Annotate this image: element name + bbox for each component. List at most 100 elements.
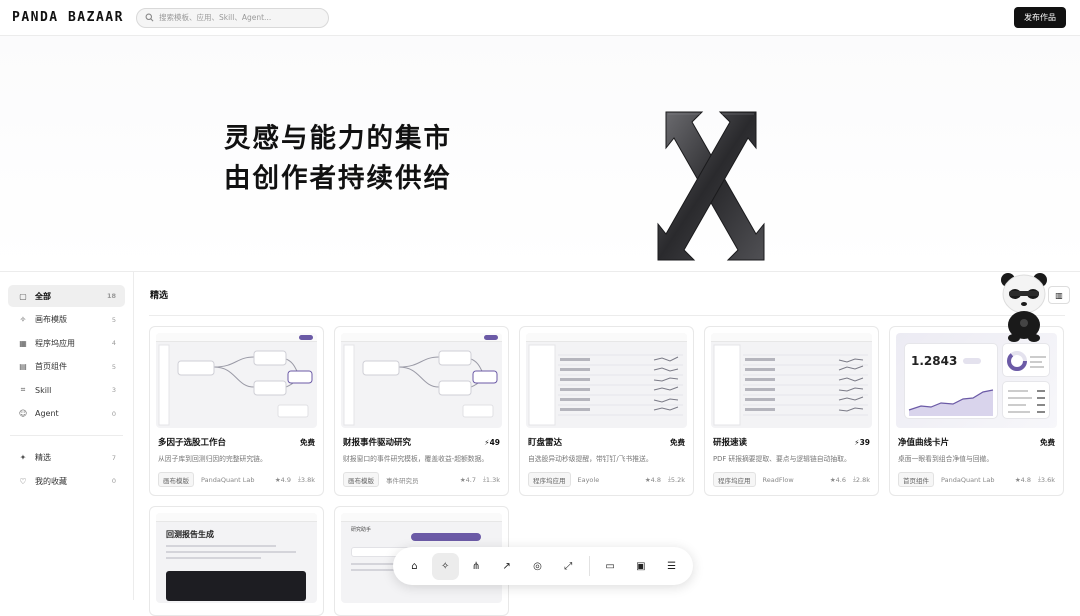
sidebar-item-all[interactable]: ▢ 全部 18 — [8, 285, 125, 307]
sidebar-item-count: 3 — [111, 386, 116, 394]
card-price: 免费 — [670, 437, 685, 447]
terminal-icon: ⌗ — [20, 385, 26, 394]
list-widget-icon — [1008, 390, 1045, 413]
card-downloads: 3.6k — [1040, 475, 1055, 484]
sparkle-pointer-icon[interactable]: ✧ — [431, 552, 459, 580]
sidebar-item-label: 我的收藏 — [35, 476, 67, 486]
card-rating: 4.8 — [650, 475, 662, 484]
product-card[interactable]: 1.2843 净值曲线卡片 免费 桌面一眼看到组合净值与回撤。 首页组件 Pan… — [889, 326, 1064, 496]
card-rating: 4.6 — [835, 475, 847, 484]
card-downloads: 1.3k — [485, 475, 500, 484]
card-title: 研报速读 — [713, 438, 748, 448]
floating-dock: ⌂ ✧ ⋔ ↗ ◎ ⤢ ▭ ▣ ☰ — [393, 547, 693, 585]
nav-curve-icon — [908, 389, 994, 416]
table-preview-icon — [713, 344, 868, 426]
card-tag: 程序坞应用 — [528, 472, 571, 487]
sidebar-item-label: 精选 — [35, 453, 51, 462]
crossed-arrows-logo — [657, 111, 765, 261]
card-downloads: 5.2k — [670, 475, 685, 484]
card-description: 从因子库到回测归因的完整研究链。 — [158, 455, 267, 463]
logo[interactable]: PANDA BAZAAR — [12, 10, 136, 25]
card-author: PandaQuant Lab — [941, 475, 995, 484]
sparkle-icon: ✧ — [19, 315, 27, 324]
card-description: 财报窗口的事件研究模板，覆盖收益-超额数据。 — [343, 455, 489, 463]
card-thumbnail — [156, 333, 317, 428]
sparkle-icon: ✦ — [19, 453, 27, 462]
card-title: 盯盘雷达 — [528, 438, 563, 448]
product-card[interactable]: 财报事件驱动研究 ⚡49 财报窗口的事件研究模板，覆盖收益-超额数据。 画布模版… — [334, 326, 509, 496]
category-sidebar: ▢ 全部 18 ✧ 画布模版 5 ▦ 程序坞应用 4 ▤ 首页组件 5 ⌗ Sk… — [0, 272, 134, 600]
product-card[interactable]: 盯盘雷达 免费 自选股异动秒级提醒，带钉钉/飞书推送。 程序坞应用 Eayole… — [519, 326, 694, 496]
section-title: 精选 — [150, 291, 169, 301]
hero-banner: 灵感与能力的集市 由创作者持续供给 — [0, 36, 1080, 272]
sidebar-item-home-widgets[interactable]: ▤ 首页组件 5 — [8, 356, 125, 378]
search-input[interactable] — [159, 13, 319, 22]
sidebar-item-favorites[interactable]: ♡ 我的收藏 0 — [8, 470, 125, 492]
terminal-icon[interactable]: ▣ — [627, 553, 654, 580]
card-title: 净值曲线卡片 — [898, 438, 950, 448]
card-tag: 画布模版 — [158, 472, 194, 487]
product-card[interactable]: 多因子选股工作台 免费 从因子库到回测归因的完整研究链。 画布模版 PandaQ… — [149, 326, 324, 496]
card-rating: 4.9 — [280, 475, 292, 484]
sidebar-item-count: 0 — [111, 409, 116, 418]
folder-icon[interactable]: ▭ — [597, 553, 624, 580]
layout-toggle-icon[interactable]: ▥ — [1048, 286, 1070, 304]
publish-button[interactable]: 发布作品 — [1014, 7, 1066, 28]
search-icon — [145, 13, 154, 22]
sidebar-item-featured[interactable]: ✦ 精选 7 — [8, 447, 125, 469]
sidebar-item-label: Skill — [35, 385, 52, 395]
card-rating: 4.8 — [1020, 475, 1032, 484]
flow-diagram-icon — [343, 344, 498, 426]
home-icon[interactable]: ⌂ — [401, 553, 428, 580]
sidebar-item-count: 18 — [106, 292, 116, 300]
card-rating: 4.7 — [465, 475, 477, 484]
search-box[interactable] — [136, 7, 329, 28]
sliders-icon[interactable]: ☰ — [658, 553, 685, 580]
card-thumbnail — [711, 333, 872, 428]
trend-icon[interactable]: ↗ — [493, 553, 520, 580]
card-price: 免费 — [1040, 437, 1055, 447]
card-price: 免费 — [300, 437, 315, 447]
card-downloads: 2.8k — [855, 475, 870, 484]
card-author: Eayole — [577, 475, 600, 484]
sidebar-item-label: 画布模版 — [35, 315, 67, 324]
sidebar-item-canvas-templates[interactable]: ✧ 画布模版 5 — [8, 309, 125, 331]
sidebar-item-count: 5 — [111, 362, 116, 371]
compass-icon[interactable]: ◎ — [524, 553, 551, 580]
thumb-title: 研究助手 — [351, 527, 372, 533]
sidebar-item-count: 4 — [111, 339, 116, 347]
section-divider — [149, 315, 1065, 316]
sidebar-item-count: 0 — [111, 477, 116, 485]
card-author: PandaQuant Lab — [201, 475, 255, 484]
hero-title-line-1: 灵感与能力的集市 — [224, 123, 452, 154]
grid-icon: ▦ — [19, 338, 27, 348]
card-thumbnail — [526, 333, 687, 428]
layout-icon: ▤ — [19, 362, 27, 371]
sidebar-item-agent[interactable]: ☺ Agent 0 — [8, 403, 125, 425]
sidebar-item-label: Agent — [35, 409, 59, 418]
card-tag: 首页组件 — [898, 472, 934, 487]
donut-chart-icon — [1007, 351, 1046, 371]
graph-icon[interactable]: ⋔ — [463, 553, 490, 580]
flow-diagram-icon — [158, 344, 313, 426]
card-price: ⚡49 — [484, 437, 500, 447]
thumb-title: 回测报告生成 — [166, 530, 214, 539]
hero-title: 灵感与能力的集市 由创作者持续供给 — [224, 119, 452, 199]
card-description: 自选股异动秒级提醒，带钉钉/飞书推送。 — [528, 455, 653, 463]
product-card[interactable]: 研报速读 ⚡39 PDF 研报摘要提取、要点与逻辑链自动抽取。 程序坞应用 Re… — [704, 326, 879, 496]
sidebar-item-label: 全部 — [35, 291, 51, 301]
nav-widget: 1.2843 — [904, 343, 998, 419]
card-price: ⚡39 — [854, 437, 870, 447]
card-title: 财报事件驱动研究 — [343, 438, 412, 448]
card-description: 桌面一眼看到组合净值与回撤。 — [898, 455, 994, 463]
card-thumbnail: 1.2843 — [896, 333, 1057, 428]
card-title: 多因子选股工作台 — [158, 438, 227, 448]
expand-icon[interactable]: ⤢ — [555, 553, 582, 580]
sidebar-item-dock-apps[interactable]: ▦ 程序坞应用 4 — [8, 332, 125, 354]
card-tag: 程序坞应用 — [713, 472, 756, 487]
card-tag: 画布模版 — [343, 472, 379, 487]
nav-value: 1.2843 — [911, 354, 958, 368]
sidebar-item-skill[interactable]: ⌗ Skill 3 — [8, 379, 125, 401]
card-thumbnail: 回测报告生成 — [156, 513, 317, 603]
panda-mascot[interactable] — [998, 270, 1050, 342]
